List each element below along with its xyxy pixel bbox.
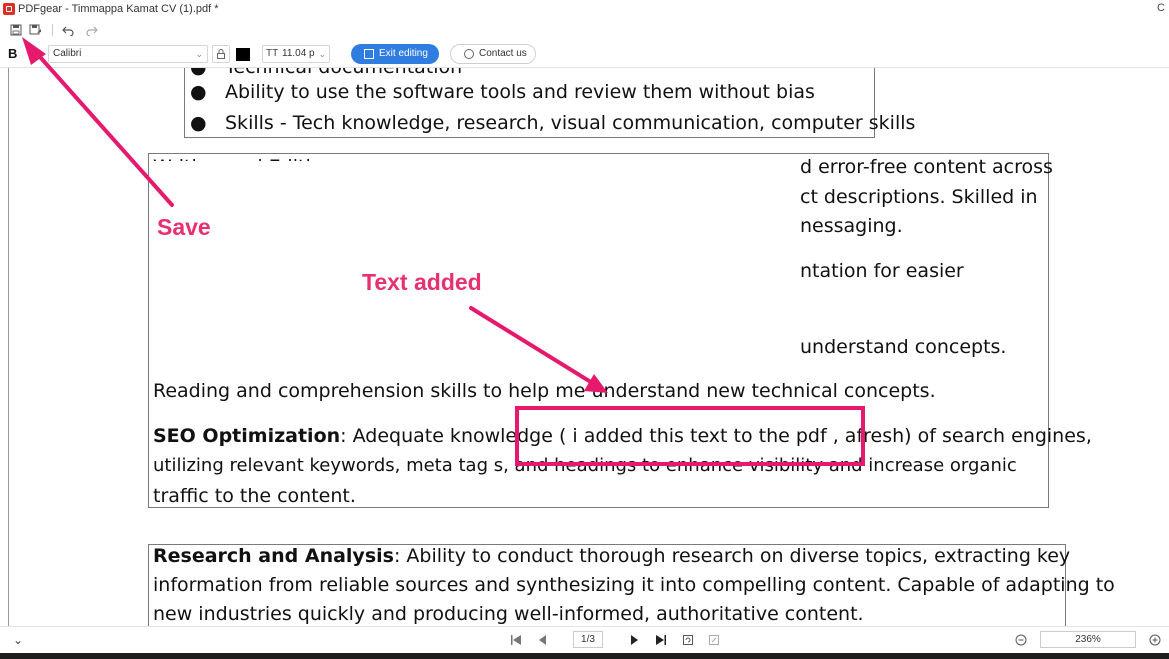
zoom-level-input[interactable]: 236% <box>1040 631 1136 648</box>
text-fragment: ntation for easier <box>800 260 964 282</box>
font-size-value: 11.04 p <box>282 48 315 59</box>
seo-line-3: traffic to the content. <box>153 485 356 507</box>
zoom-out-icon[interactable] <box>1013 632 1029 648</box>
chevron-down-icon[interactable]: ⌄ <box>10 632 26 648</box>
page-edge <box>8 68 9 626</box>
research-line-3: new industries quickly and producing wel… <box>153 603 864 625</box>
reading-skills-line: Reading and comprehension skills to help… <box>153 380 936 402</box>
rotate-page-icon[interactable] <box>680 632 696 648</box>
first-page-icon[interactable] <box>508 632 524 648</box>
save-annotation-label: Save <box>157 214 211 240</box>
bullet-dot: ● <box>190 81 207 103</box>
font-size-icon: TT <box>266 48 279 59</box>
status-bar: ⌄ 1/3 236% <box>0 626 1169 653</box>
font-size-select[interactable]: TT 11.04 p ⌄ <box>262 45 330 63</box>
research-line-2: information from reliable sources and sy… <box>153 574 1115 596</box>
lock-icon[interactable] <box>212 45 230 63</box>
exit-editing-button[interactable]: Exit editing <box>351 44 439 64</box>
quick-access-toolbar <box>0 19 1169 41</box>
contact-us-button[interactable]: Contact us <box>450 44 536 64</box>
save-as-icon[interactable] <box>27 22 43 38</box>
next-page-icon[interactable] <box>626 632 642 648</box>
zoom-in-icon[interactable] <box>1147 632 1163 648</box>
text-color-swatch[interactable] <box>236 48 250 61</box>
title-bar: PDFgear - Timmappa Kamat CV (1).pdf * C <box>0 0 1169 19</box>
page-number-input[interactable]: 1/3 <box>573 631 603 648</box>
bullet-item: Skills - Tech knowledge, research, visua… <box>225 112 916 134</box>
os-taskbar <box>0 653 1169 659</box>
research-line-1: Research and Analysis: Ability to conduc… <box>153 545 1070 567</box>
window-control[interactable]: C <box>1157 2 1165 14</box>
research-text: : Ability to conduct thorough research o… <box>393 545 1071 567</box>
font-family-value: Calibri <box>53 48 82 59</box>
text-fragment: d error-free content across <box>800 156 1053 178</box>
undo-icon[interactable] <box>60 22 76 38</box>
previous-page-icon[interactable] <box>535 632 551 648</box>
pdfgear-logo-icon <box>3 3 15 15</box>
save-icon[interactable] <box>8 22 24 38</box>
contact-us-label: Contact us <box>479 48 527 59</box>
research-title: Research and Analysis <box>153 545 394 567</box>
document-view[interactable]: ● Technical documentation ● Ability to u… <box>0 68 1169 626</box>
seo-title: SEO Optimization <box>153 425 341 447</box>
chevron-down-icon: ⌄ <box>195 49 203 59</box>
font-family-select[interactable]: Calibri ⌄ <box>48 45 208 63</box>
window-title: PDFgear - Timmappa Kamat CV (1).pdf * <box>18 3 219 15</box>
text-format-toolbar: B Calibri ⌄ TT 11.04 p ⌄ Exit editing Co… <box>0 41 1169 68</box>
redo-icon[interactable] <box>84 22 100 38</box>
text-fragment: understand concepts. <box>800 336 1007 358</box>
bullet-dot: ● <box>190 112 207 134</box>
exit-editing-icon <box>364 49 374 59</box>
last-page-icon[interactable] <box>653 632 669 648</box>
text-fragment: ct descriptions. Skilled in <box>800 186 1038 208</box>
bullet-item: Ability to use the software tools and re… <box>225 81 815 103</box>
bold-button[interactable]: B <box>8 46 17 61</box>
toolbar-divider <box>52 24 53 36</box>
added-text-highlight <box>515 406 865 466</box>
bullet-item: Technical documentation <box>225 68 462 78</box>
chevron-down-icon: ⌄ <box>318 49 326 59</box>
text-fragment: nessaging. <box>800 215 903 237</box>
exit-editing-label: Exit editing <box>379 48 428 59</box>
text-added-annotation-label: Text added <box>362 269 482 295</box>
bullet-dot: ● <box>190 68 207 78</box>
export-page-icon[interactable] <box>706 632 722 648</box>
support-icon <box>464 49 474 59</box>
